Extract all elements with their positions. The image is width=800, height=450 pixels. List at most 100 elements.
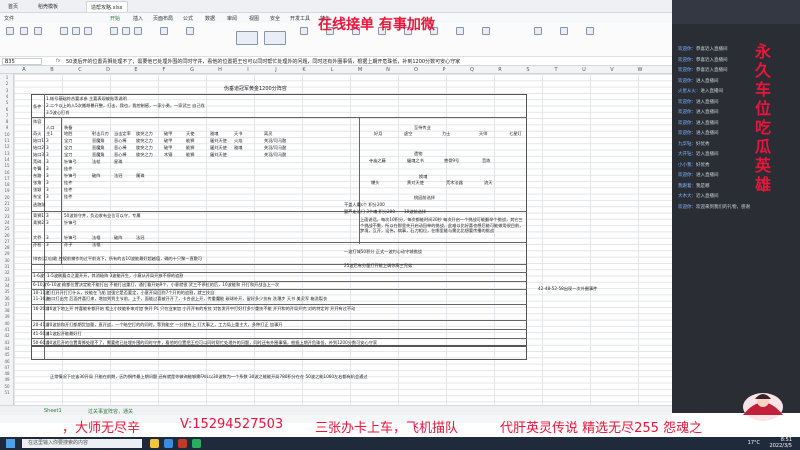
row-header[interactable]: 28	[0, 245, 14, 250]
row-header[interactable]: 29	[0, 251, 14, 256]
row-header[interactable]: 24	[0, 220, 14, 225]
align-right-icon[interactable]	[134, 27, 142, 35]
spreadsheet-grid[interactable]: 伪垂道冠军黄金1200分阵容 条件 1.帐号基础符合要求参 主要表现被贴等说明 …	[14, 74, 672, 405]
align-center-icon[interactable]	[122, 27, 130, 35]
row-header[interactable]: 10	[0, 132, 14, 137]
name-box[interactable]: B35	[2, 58, 42, 65]
formula-input[interactable]: 50波后开的位置青狮处理不了，需要他已处埋外围的同时守井，看他的位置把王也可以同…	[66, 58, 666, 65]
column-header[interactable]: N	[378, 67, 398, 73]
column-header[interactable]: P	[434, 67, 454, 73]
italic-icon[interactable]	[72, 27, 80, 35]
wps-icon[interactable]	[178, 439, 187, 448]
row-header[interactable]: 40	[0, 321, 14, 326]
row-header[interactable]: 19	[0, 188, 14, 193]
find-icon[interactable]	[534, 27, 542, 35]
row-header[interactable]: 9	[0, 125, 14, 130]
column-header[interactable]: R	[490, 67, 510, 73]
menu-developer[interactable]: 开发工具	[290, 15, 310, 22]
column-header[interactable]: T	[546, 67, 566, 73]
row-header[interactable]: 21	[0, 201, 14, 206]
column-header[interactable]: S	[518, 67, 538, 73]
row-header[interactable]: 34	[0, 283, 14, 288]
row-header[interactable]: 31	[0, 264, 14, 269]
row-header[interactable]: 3	[0, 88, 14, 93]
column-header[interactable]: H	[210, 67, 230, 73]
paste-icon[interactable]	[6, 27, 14, 35]
row-header[interactable]: 41	[0, 327, 14, 332]
row-header[interactable]: 8	[0, 119, 14, 124]
row-header[interactable]: 36	[0, 296, 14, 301]
column-header[interactable]: W	[630, 67, 650, 73]
row-header[interactable]: 15	[0, 163, 14, 168]
underline-icon[interactable]	[84, 27, 92, 35]
column-header[interactable]: A	[14, 67, 34, 73]
column-header[interactable]: M	[350, 67, 370, 73]
column-header[interactable]: F	[154, 67, 174, 73]
row-header[interactable]: 49	[0, 377, 14, 382]
bold-icon[interactable]	[60, 27, 68, 35]
symbol-icon[interactable]	[560, 27, 568, 35]
row-header[interactable]: 2	[0, 81, 14, 86]
row-header[interactable]: 50	[0, 384, 14, 389]
cell-style-icon[interactable]	[264, 31, 286, 45]
row-header[interactable]: 5	[0, 100, 14, 105]
app-icon[interactable]	[192, 439, 201, 448]
row-header[interactable]: 26	[0, 233, 14, 238]
row-header[interactable]: 14	[0, 157, 14, 162]
column-header[interactable]: D	[98, 67, 118, 73]
row-header[interactable]: 35	[0, 289, 14, 294]
menu-formula[interactable]: 公式	[183, 15, 193, 22]
menu-review[interactable]: 审阅	[227, 15, 237, 22]
folder-icon[interactable]	[150, 439, 159, 448]
tab-document[interactable]: 造帮攻略.xlsx	[86, 1, 128, 12]
sheet-icon[interactable]	[456, 27, 464, 35]
column-header[interactable]: K	[294, 67, 314, 73]
row-header[interactable]: 23	[0, 214, 14, 219]
row-header[interactable]: 38	[0, 308, 14, 313]
table-style-icon[interactable]	[236, 31, 258, 45]
menu-view[interactable]: 视图	[249, 15, 259, 22]
taskbar-search[interactable]: 在这里输入你要搜索的内容	[22, 439, 142, 448]
sum-icon[interactable]	[300, 27, 308, 35]
column-header[interactable]: J	[266, 67, 286, 73]
row-header[interactable]: 48	[0, 371, 14, 376]
row-header[interactable]: 1	[0, 75, 14, 80]
menu-file[interactable]: 文件	[4, 15, 14, 22]
row-header[interactable]: 33	[0, 277, 14, 282]
menu-layout[interactable]: 页面布局	[153, 15, 173, 22]
row-header[interactable]: 11	[0, 138, 14, 143]
copy-icon[interactable]	[34, 27, 42, 35]
row-header[interactable]: 43	[0, 340, 14, 345]
row-header[interactable]: 42	[0, 333, 14, 338]
row-header[interactable]: 7	[0, 113, 14, 118]
row-header[interactable]: 22	[0, 207, 14, 212]
row-header[interactable]: 46	[0, 359, 14, 364]
row-header[interactable]: 16	[0, 170, 14, 175]
menu-data[interactable]: 数据	[205, 15, 215, 22]
cut-icon[interactable]	[20, 27, 28, 35]
column-header[interactable]: L	[322, 67, 342, 73]
settings-icon[interactable]	[586, 27, 594, 35]
column-header[interactable]: O	[406, 67, 426, 73]
column-header[interactable]: V	[602, 67, 622, 73]
row-header[interactable]: 47	[0, 365, 14, 370]
browser-icon[interactable]	[164, 439, 173, 448]
row-header[interactable]: 6	[0, 107, 14, 112]
row-header[interactable]: 27	[0, 239, 14, 244]
row-header[interactable]: 18	[0, 182, 14, 187]
row-header[interactable]: 45	[0, 352, 14, 357]
menu-insert[interactable]: 插入	[133, 15, 143, 22]
row-header[interactable]: 20	[0, 195, 14, 200]
wrap-icon[interactable]	[186, 27, 194, 35]
row-header[interactable]: 44	[0, 346, 14, 351]
fx-icon[interactable]: fx	[56, 58, 61, 64]
column-header[interactable]: U	[574, 67, 594, 73]
row-header[interactable]: 25	[0, 226, 14, 231]
tab-template[interactable]: 稻壳模板	[34, 1, 62, 12]
column-header[interactable]: G	[182, 67, 202, 73]
row-header[interactable]: 4	[0, 94, 14, 99]
row-header[interactable]: 37	[0, 302, 14, 307]
row-header[interactable]: 32	[0, 270, 14, 275]
column-header[interactable]: Q	[462, 67, 482, 73]
freeze-icon[interactable]	[482, 27, 490, 35]
